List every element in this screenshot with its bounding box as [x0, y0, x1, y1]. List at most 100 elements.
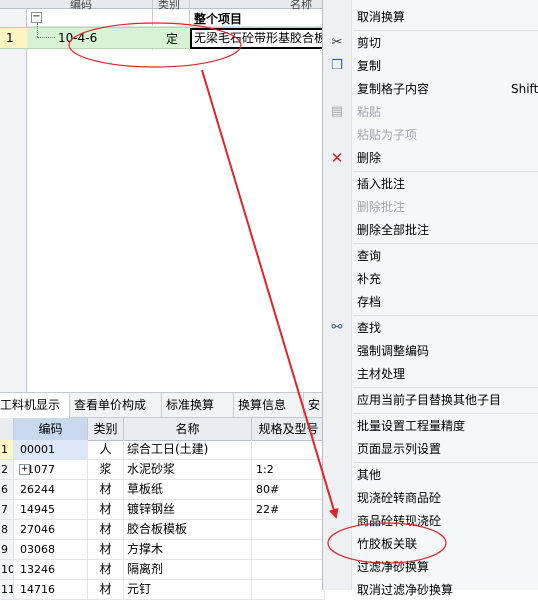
menu-item-24[interactable]: 过滤净砂换算 — [323, 556, 538, 578]
menu-item-2[interactable]: ✂ 剪切 — [323, 32, 538, 54]
menu-item-15[interactable]: 强制调整编码 — [323, 340, 538, 362]
menu-item-8[interactable]: 插入批注 — [323, 173, 538, 195]
table-row[interactable]: 2 81077 浆水泥砂浆 1:2 — [0, 460, 325, 480]
menu-item-23[interactable]: 竹胶板关联 — [323, 533, 538, 555]
table-row[interactable]: 10 13246 材隔离剂 — [0, 560, 325, 580]
cell-spec[interactable] — [252, 520, 325, 539]
expand-toggle-icon[interactable]: + — [19, 464, 30, 475]
menu-separator — [353, 30, 538, 31]
header-type[interactable]: 类别 — [88, 418, 124, 440]
menu-item-9[interactable]: 删除批注 — [323, 196, 538, 218]
menu-item-22[interactable]: 商品砼转现浇砼 — [323, 510, 538, 532]
menu-item-label: 查找 — [357, 321, 382, 335]
cell-spec[interactable]: 80# — [252, 480, 325, 499]
table-row[interactable]: 11 14716 材元钉 — [0, 580, 325, 600]
cell-code[interactable]: 26244 — [14, 480, 88, 499]
menu-item-13[interactable]: 存档 — [323, 291, 538, 313]
menu-item-label: 粘贴为子项 — [357, 128, 418, 142]
row-number: 8 — [0, 520, 14, 539]
cell-spec[interactable] — [252, 440, 325, 459]
menu-item-5[interactable]: ▤ 粘贴 — [323, 101, 538, 123]
menu-separator — [353, 315, 538, 316]
cell-name[interactable]: 水泥砂浆 — [124, 460, 252, 479]
header-code[interactable]: 编码 — [14, 418, 88, 440]
row-name-cell[interactable]: 无梁毛石砼带形基胶合板 — [190, 28, 325, 49]
menu-item-7[interactable]: ✕ 删除 — [323, 147, 538, 169]
tab-conversion-info[interactable]: 换算信息 — [234, 393, 304, 418]
table-row[interactable]: 1 00001 人综合工日(土建) — [0, 440, 325, 460]
cell-type[interactable]: 人 — [88, 440, 124, 459]
menu-item-19[interactable]: 页面显示列设置 — [323, 438, 538, 460]
cell-name[interactable]: 镀锌钢丝 — [124, 500, 252, 519]
menu-item-17[interactable]: 应用当前子目替换其他子目 — [323, 389, 538, 411]
table-row[interactable]: 7 14945 材镀锌钢丝 22# — [0, 500, 325, 520]
menu-item-20[interactable]: 其他 — [323, 464, 538, 486]
cell-type[interactable]: 材 — [88, 480, 124, 499]
cell-code[interactable]: 03068 — [14, 540, 88, 559]
cell-type[interactable]: 浆 — [88, 460, 124, 479]
menu-item-label: 应用当前子目替换其他子目 — [357, 393, 502, 407]
copy-icon: ❐ — [331, 58, 343, 73]
tab-unit-price[interactable]: 查看单价构成 — [70, 393, 162, 418]
menu-item-label: 复制格子内容 — [357, 82, 430, 96]
top-grid-header: 编码 类别 名称 — [0, 0, 325, 11]
row-type[interactable]: 定 — [166, 30, 178, 47]
row-number: 1 — [0, 28, 27, 48]
menu-item-1[interactable]: 取消换算 — [323, 6, 538, 28]
cell-spec[interactable] — [252, 560, 325, 579]
menu-item-3[interactable]: ❐ 复制 — [323, 55, 538, 77]
menu-item-label: 插入批注 — [357, 177, 406, 191]
cell-code[interactable]: 13246 — [14, 560, 88, 579]
menu-item-6[interactable]: 粘贴为子项 — [323, 124, 538, 146]
menu-separator — [353, 413, 538, 414]
row-code[interactable]: 10-4-6 — [58, 31, 97, 45]
menu-item-4[interactable]: 复制格子内容 Shift- — [323, 78, 538, 100]
table-row[interactable]: 6 26244 材草板纸 80# — [0, 480, 325, 500]
delete-x-icon: ✕ — [330, 149, 344, 167]
tab-material-display[interactable]: 工料机显示 — [0, 393, 70, 418]
row-number-column — [0, 9, 27, 392]
menu-item-label: 剪切 — [357, 36, 382, 50]
tree-connector — [37, 37, 55, 38]
cell-code[interactable]: 00001 — [14, 440, 88, 459]
cell-type[interactable]: 材 — [88, 560, 124, 579]
menu-item-16[interactable]: 主材处理 — [323, 363, 538, 385]
row-number: 2 — [0, 460, 14, 479]
table-row[interactable]: 9 03068 材方撑木 — [0, 540, 325, 560]
table-row[interactable]: 8 27046 材胶合板模板 — [0, 520, 325, 540]
menu-item-label: 查询 — [357, 249, 382, 263]
menu-separator — [353, 462, 538, 463]
menu-item-12[interactable]: 补充 — [323, 268, 538, 290]
menu-item-14[interactable]: ⚯ 查找 — [323, 317, 538, 339]
cell-spec[interactable]: 1:2 — [252, 460, 325, 479]
menu-item-21[interactable]: 现浇砼转商品砼 — [323, 487, 538, 509]
menu-item-10[interactable]: 删除全部批注 — [323, 219, 538, 241]
cell-name[interactable]: 胶合板模板 — [124, 520, 252, 539]
cell-name[interactable]: 方撑木 — [124, 540, 252, 559]
menu-item-label: 主材处理 — [357, 367, 406, 381]
tab-standard-conversion[interactable]: 标准换算 — [162, 393, 234, 418]
menu-item-25[interactable]: 取消过滤净砂换算 — [323, 579, 538, 601]
cell-spec[interactable] — [252, 540, 325, 559]
cell-code[interactable]: 27046 — [14, 520, 88, 539]
cell-code[interactable]: 14945 — [14, 500, 88, 519]
header-name[interactable]: 名称 — [124, 418, 252, 440]
header-spec[interactable]: 规格及型号 — [252, 418, 325, 440]
cell-name[interactable]: 综合工日(土建) — [124, 440, 252, 459]
top-grid: 编码 类别 名称 − 整个项目 1 10-4-6 定 无梁毛石砼带形基胶合板 — [0, 0, 325, 392]
cell-name[interactable]: 草板纸 — [124, 480, 252, 499]
menu-item-18[interactable]: 批量设置工程量精度 — [323, 415, 538, 437]
cell-type[interactable]: 材 — [88, 540, 124, 559]
binoculars-icon: ⚯ — [331, 320, 343, 335]
cell-spec[interactable]: 22# — [252, 500, 325, 519]
menu-separator — [353, 243, 538, 244]
cell-type[interactable]: 材 — [88, 500, 124, 519]
row-number: 7 — [0, 500, 14, 519]
group-row[interactable] — [27, 9, 325, 27]
menu-item-11[interactable]: 查询 — [323, 245, 538, 267]
cell-type[interactable]: 材 — [88, 520, 124, 539]
menu-item-label: 复制 — [357, 59, 382, 73]
collapse-toggle-icon[interactable]: − — [31, 12, 42, 23]
cell-name[interactable]: 隔离剂 — [124, 560, 252, 579]
group-row-label: 整个项目 — [194, 12, 243, 26]
